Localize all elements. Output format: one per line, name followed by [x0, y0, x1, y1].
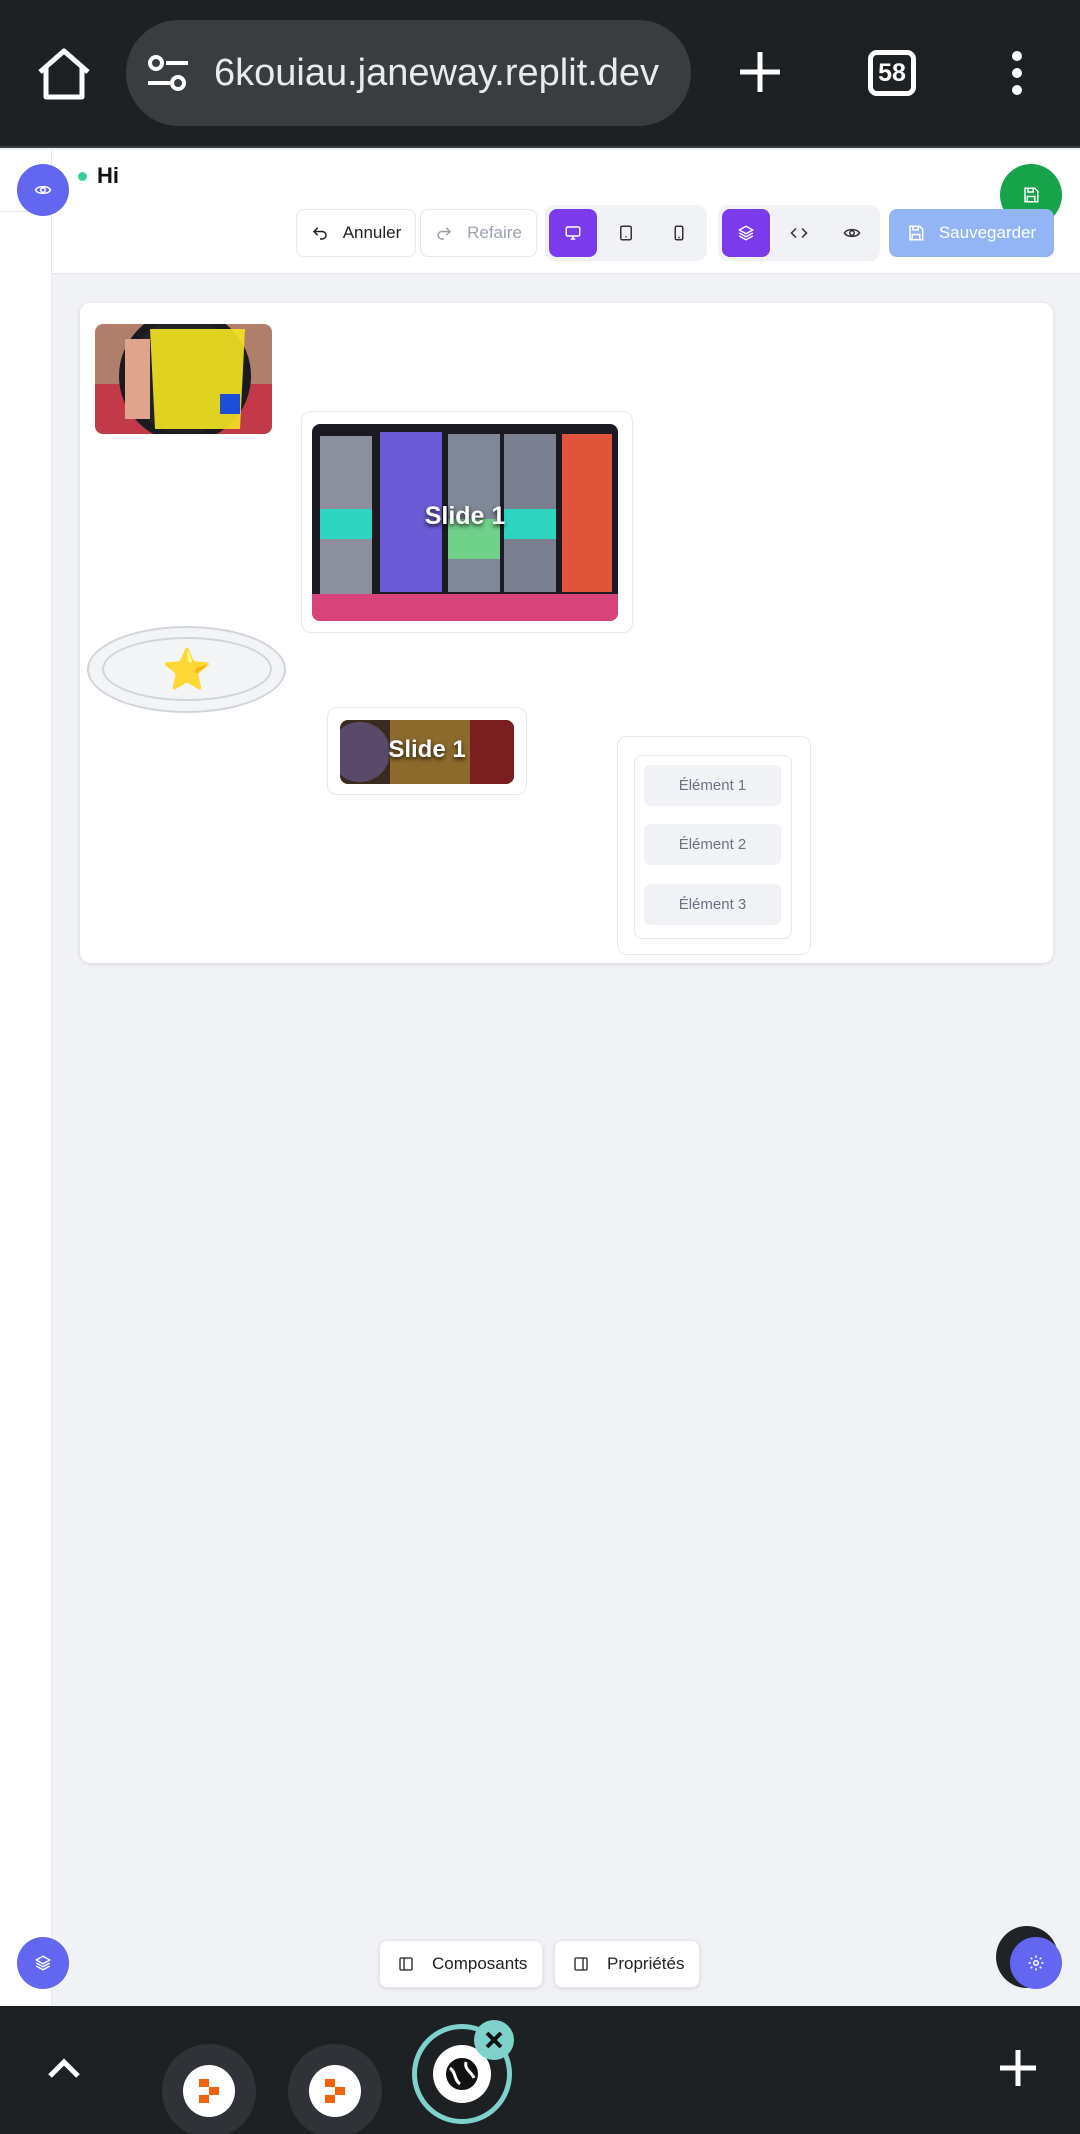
- project-title: Hi: [78, 163, 119, 189]
- preview-view-button[interactable]: [828, 209, 876, 257]
- project-name: Hi: [97, 163, 119, 188]
- slide-image-gel-tubes[interactable]: Slide 1: [312, 424, 618, 621]
- close-icon: [485, 2031, 503, 2049]
- address-bar[interactable]: 6kouiau.janeway.replit.dev: [126, 20, 691, 126]
- star-icon: ⭐: [162, 647, 212, 692]
- new-tab-icon[interactable]: [736, 48, 784, 96]
- redo-button[interactable]: Refaire: [420, 209, 537, 257]
- slide-image-banner[interactable]: Slide 1: [340, 720, 514, 784]
- replit-icon: [309, 2065, 361, 2117]
- desktop-view-button[interactable]: [549, 209, 597, 257]
- layers-view-button[interactable]: [722, 209, 770, 257]
- replit-icon: [183, 2065, 235, 2117]
- redo-label: Refaire: [467, 223, 522, 242]
- list-item[interactable]: Élément 1: [644, 765, 781, 806]
- tab-thumbnail[interactable]: [162, 2044, 256, 2134]
- chevron-up-icon[interactable]: [44, 2048, 84, 2088]
- floppy-icon: [909, 225, 924, 241]
- list-item[interactable]: Élément 2: [644, 824, 781, 865]
- components-button[interactable]: Composants: [379, 1940, 543, 1988]
- properties-label: Propriétés: [607, 1954, 685, 1973]
- gear-icon: [1028, 1955, 1044, 1971]
- design-canvas[interactable]: Slide 1 ⭐ Slide 1 Élément 1 Élément 2 Él…: [80, 303, 1053, 963]
- browser-toolbar: 6kouiau.janeway.replit.dev 58: [0, 0, 1080, 148]
- slide-title: Slide 1: [388, 736, 466, 763]
- layers-icon: [35, 1955, 51, 1971]
- site-settings-icon[interactable]: [146, 52, 190, 94]
- save-label: Sauvegarder: [938, 223, 1037, 242]
- device-switcher: [545, 205, 707, 261]
- hair-wax-tin-image[interactable]: [95, 324, 272, 434]
- close-tab-button[interactable]: [474, 2020, 514, 2060]
- floppy-icon: [1024, 187, 1039, 203]
- preview-toggle-button[interactable]: [17, 164, 69, 216]
- hair-wax-tin-picture: [95, 324, 272, 434]
- tablet-icon: [620, 225, 632, 241]
- undo-icon: [312, 227, 327, 240]
- desktop-icon: [565, 226, 581, 240]
- settings-button[interactable]: [1010, 1937, 1062, 1989]
- tab-switcher-bar: [0, 2006, 1080, 2134]
- tab-count-button[interactable]: 58: [868, 50, 916, 96]
- home-icon[interactable]: [34, 46, 94, 102]
- layers-icon: [738, 225, 754, 241]
- save-button[interactable]: Sauvegarder: [889, 209, 1054, 257]
- editor-app: Hi Annuler Refaire Sauvegarder Slide 1 ⭐…: [0, 150, 1080, 2006]
- plus-icon[interactable]: [998, 2048, 1038, 2088]
- status-dot: [78, 171, 87, 181]
- components-label: Composants: [432, 1954, 528, 1973]
- eye-icon: [34, 185, 52, 195]
- list-item[interactable]: Élément 3: [644, 884, 781, 925]
- panel-right-icon: [574, 1957, 588, 1971]
- code-view-button[interactable]: [775, 209, 823, 257]
- url-text: 6kouiau.janeway.replit.dev: [214, 52, 660, 94]
- redo-icon: [437, 227, 452, 240]
- tab-thumbnail[interactable]: [288, 2044, 382, 2134]
- undo-label: Annuler: [342, 223, 402, 242]
- layers-panel-button[interactable]: [17, 1937, 69, 1989]
- properties-button[interactable]: Propriétés: [554, 1940, 700, 1988]
- eye-icon: [843, 228, 861, 238]
- view-mode-switcher: [718, 205, 880, 261]
- star-button[interactable]: ⭐: [102, 637, 272, 701]
- tablet-view-button[interactable]: [602, 209, 650, 257]
- more-options-icon[interactable]: [1008, 50, 1026, 96]
- mobile-view-button[interactable]: [655, 209, 703, 257]
- mobile-icon: [674, 225, 684, 241]
- code-icon: [790, 227, 808, 239]
- panel-left-icon: [399, 1957, 413, 1971]
- slide-title: Slide 1: [424, 502, 506, 530]
- left-rail: [0, 150, 52, 2006]
- undo-button[interactable]: Annuler: [296, 209, 416, 257]
